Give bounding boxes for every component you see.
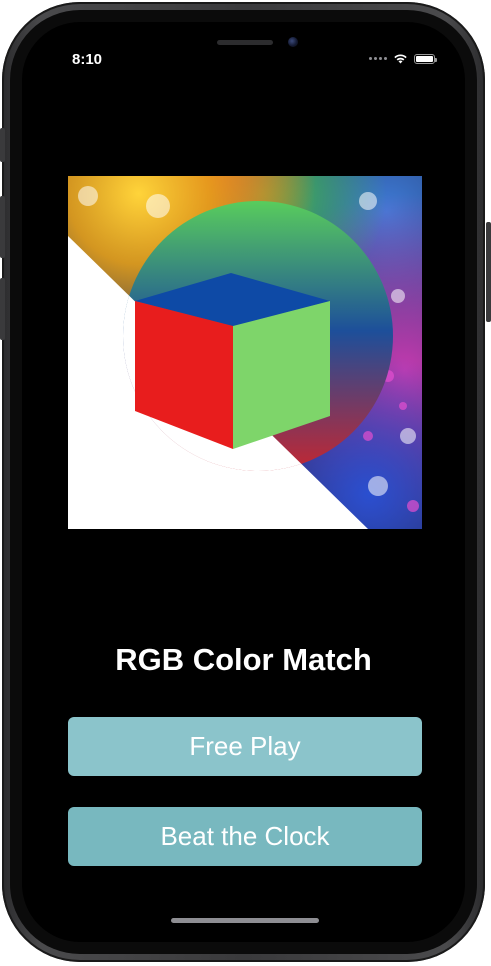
mute-switch [0,128,5,162]
beat-the-clock-button[interactable]: Beat the Clock [68,807,422,866]
wifi-icon [394,54,407,64]
volume-down-button [0,278,5,340]
status-icons [369,53,437,64]
volume-up-button [0,196,5,258]
screen: 8:10 RGB Color Match Free Play Beat the … [22,22,465,942]
front-camera [288,37,298,47]
free-play-button[interactable]: Free Play [68,717,422,776]
status-time: 8:10 [72,51,103,68]
logo-artwork [68,176,422,529]
rgb-cube-logo [68,176,422,529]
battery-icon [414,53,437,64]
earpiece-speaker [217,40,273,45]
page-title: RGB Color Match [115,642,372,677]
phone-device: 8:10 RGB Color Match Free Play Beat the … [0,0,491,966]
battery-fill [416,55,433,62]
signal-dots-icon [369,57,387,60]
home-indicator[interactable] [171,918,319,923]
power-button [486,222,491,322]
